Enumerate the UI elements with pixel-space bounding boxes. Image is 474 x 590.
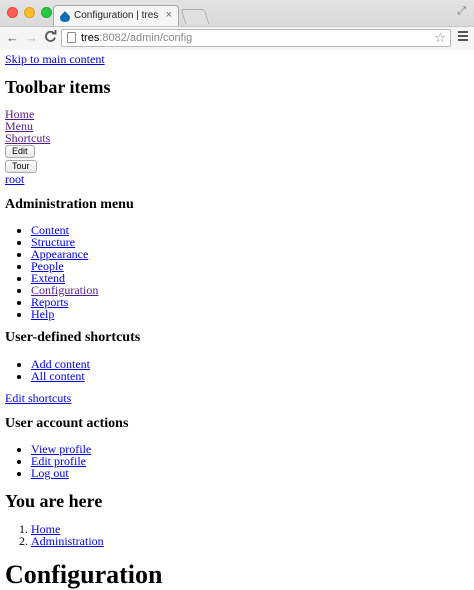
shortcuts-list: Add content All content	[5, 358, 90, 382]
hamburger-menu-icon[interactable]	[458, 31, 468, 43]
tab-close-icon[interactable]: ×	[166, 9, 172, 21]
toolbar-heading: Toolbar items	[5, 77, 111, 97]
admin-menu-list: Content Structure Appearance People Exte…	[5, 224, 98, 320]
fullscreen-icon[interactable]: ⤢	[457, 5, 466, 18]
reload-arrow-icon	[45, 30, 57, 42]
browser-chrome: Configuration | tres × ⤢ ← → tres:8082/a…	[0, 0, 474, 50]
forward-arrow-icon[interactable]: →	[25, 30, 38, 46]
maximize-window-icon[interactable]	[41, 7, 52, 18]
account-actions-list: View profile Edit profile Log out	[5, 443, 91, 479]
breadcrumb: Home Administration	[5, 523, 104, 547]
account-actions-heading: User account actions	[5, 416, 129, 431]
page-icon	[67, 32, 76, 43]
address-bar[interactable]: tres:8082/admin/config ☆	[61, 29, 451, 47]
admin-menu-help-link[interactable]: Help	[31, 307, 54, 321]
user-root-link[interactable]: root	[5, 173, 24, 185]
shortcuts-heading: User-defined shortcuts	[5, 330, 141, 345]
minimize-window-icon[interactable]	[24, 7, 35, 18]
account-action-item: Log out	[31, 467, 91, 479]
breadcrumb-administration-link[interactable]: Administration	[31, 534, 104, 548]
edit-shortcuts-link[interactable]: Edit shortcuts	[5, 392, 71, 404]
admin-menu-heading: Administration menu	[5, 197, 134, 212]
skip-to-main-link[interactable]: Skip to main content	[5, 53, 105, 65]
url-text: tres:8082/admin/config	[81, 32, 193, 44]
log-out-link[interactable]: Log out	[31, 466, 69, 480]
browser-tab[interactable]: Configuration | tres ×	[53, 5, 179, 26]
reload-icon[interactable]	[44, 30, 57, 47]
browser-toolbar: ← → tres:8082/admin/config ☆	[0, 26, 474, 50]
drupal-favicon-icon	[60, 11, 70, 22]
edit-button[interactable]: Edit	[5, 145, 35, 158]
tab-title: Configuration | tres	[74, 10, 159, 21]
window-controls	[7, 7, 52, 18]
page-title: Configuration	[5, 560, 163, 589]
new-tab-button[interactable]	[180, 9, 210, 24]
toolbar-shortcuts-link[interactable]: Shortcuts	[5, 132, 50, 144]
bookmark-star-icon[interactable]: ☆	[434, 30, 446, 46]
admin-menu-item: Help	[31, 308, 98, 320]
shortcut-all-content-link[interactable]: All content	[31, 369, 85, 383]
breadcrumb-heading: You are here	[5, 491, 103, 511]
breadcrumb-item: Administration	[31, 535, 104, 547]
shortcut-item: All content	[31, 370, 90, 382]
back-arrow-icon[interactable]: ←	[6, 30, 19, 46]
close-window-icon[interactable]	[7, 7, 18, 18]
